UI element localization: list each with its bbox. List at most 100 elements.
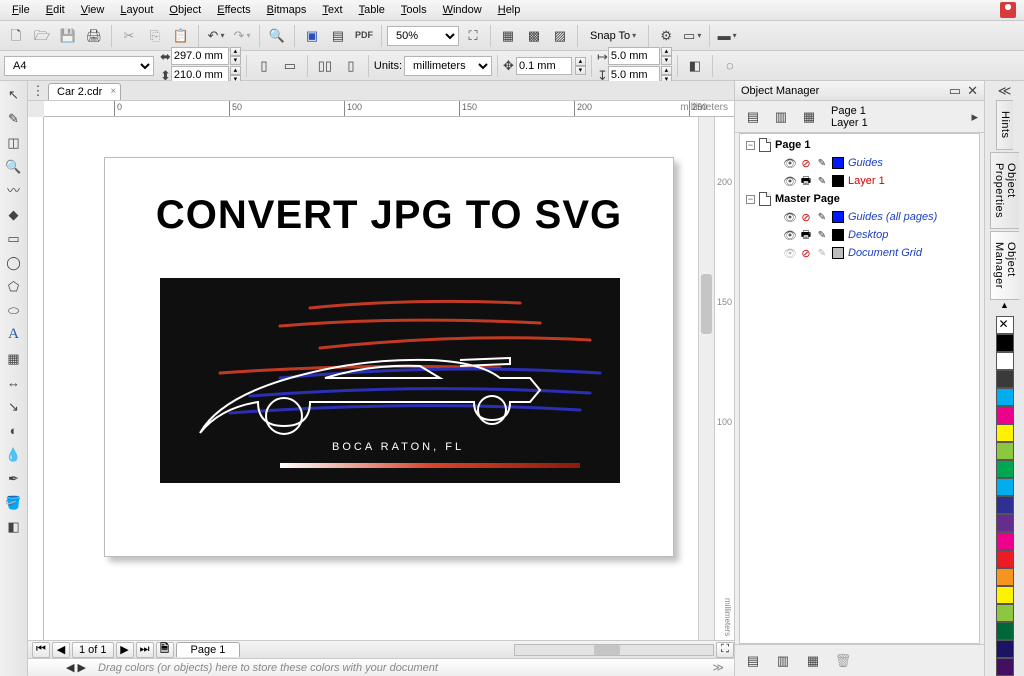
dimension-tool[interactable]: ↔ [3,371,25,393]
menu-edit[interactable]: Edit [38,2,73,18]
cut-button[interactable]: ✂ [117,24,141,48]
edit-across-layers-button[interactable]: ▥ [769,105,793,129]
menu-window[interactable]: Window [435,2,490,18]
expand-dockers-button[interactable]: ≪ [996,83,1014,98]
tree-guides[interactable]: 👁 ⊘ ✎ Guides [742,154,977,172]
color-swatch[interactable] [996,586,1014,604]
options-button[interactable]: ⚙ [654,24,678,48]
color-swatch[interactable] [996,514,1014,532]
menu-object[interactable]: Object [161,2,209,18]
color-swatch[interactable] [996,604,1014,622]
new-file-button[interactable]: 🗋 [4,24,28,48]
save-button[interactable]: 💾 [56,24,80,48]
relative-button[interactable]: ◌ [718,54,742,78]
table-tool[interactable]: ▦ [3,347,25,369]
layer-color-swatch[interactable] [832,229,844,241]
visible-icon[interactable]: 👁 [784,157,796,169]
zoom-nav-button[interactable]: ⛶ [716,642,734,658]
ellipse-tool[interactable]: ◯ [3,251,25,273]
vertical-scrollbar[interactable] [698,117,714,640]
nudge-spinner[interactable]: ▴▾ [575,57,586,75]
current-page-button[interactable]: ▯ [339,54,363,78]
headline-text[interactable]: CONVERT JPG TO SVG [105,193,673,238]
search-content-button[interactable]: 🔍 [265,24,289,48]
eyedropper-tool[interactable]: 💧 [3,443,25,465]
docker-close-icon[interactable]: ✕ [967,84,978,97]
next-page-button[interactable]: ▶ [116,642,134,658]
color-swatch[interactable] [996,370,1014,388]
color-swatch[interactable] [996,442,1014,460]
color-swatch[interactable] [996,352,1014,370]
delete-layer-button[interactable]: 🗑 [831,649,855,673]
visible-dim-icon[interactable]: 👁 [784,247,796,259]
menu-help[interactable]: Help [490,2,529,18]
app-launcher-button[interactable]: ▭▾ [680,24,704,48]
zoom-combo[interactable]: 50% [387,26,459,46]
tree-master-page[interactable]: − Master Page [742,190,977,208]
last-page-button[interactable]: ⏭ [136,642,154,658]
collapse-icon[interactable]: − [746,141,755,150]
publish-pdf-button[interactable]: PDF [352,24,376,48]
menu-table[interactable]: Table [351,2,393,18]
interactive-tool[interactable]: ◐ [3,419,25,441]
tab-handle[interactable]: ⋮ [28,80,48,100]
print-icon[interactable]: 🖶 [800,175,812,187]
nudge-input[interactable] [516,57,572,75]
all-pages-button[interactable]: ▯▯ [313,54,337,78]
dup-x-spinner[interactable]: ▴▾ [661,47,672,65]
tree-document-grid[interactable]: 👁 ⊘ ✎ Document Grid [742,244,977,262]
crop-tool[interactable]: ◫ [3,131,25,153]
visible-icon[interactable]: 👁 [784,229,796,241]
editable-dim-icon[interactable]: ✎ [816,247,828,259]
menu-view[interactable]: View [73,2,113,18]
zoom-tool[interactable]: 🔍 [3,155,25,177]
paste-button[interactable]: 📋 [169,24,193,48]
open-file-button[interactable]: 🗁 [30,24,54,48]
color-swatch[interactable] [996,334,1014,352]
page-width-spinner[interactable]: ▴▾ [230,47,241,65]
show-guides-button[interactable]: ▨ [548,24,572,48]
full-screen-button[interactable]: ⛶ [461,24,485,48]
object-properties-tab[interactable]: Object Properties [990,152,1019,229]
editable-icon[interactable]: ✎ [816,211,828,223]
page-tab[interactable]: Page 1 [176,642,241,657]
palette-up-arrow[interactable]: ▲ [1000,300,1009,310]
document-tab[interactable]: Car 2.cdr× [48,83,121,100]
color-swatch[interactable] [996,568,1014,586]
object-manager-tab[interactable]: Object Manager [990,231,1019,300]
layer-color-swatch[interactable] [832,175,844,187]
editable-icon[interactable]: ✎ [816,229,828,241]
color-swatch[interactable] [996,388,1014,406]
copy-button[interactable]: ⎘ [143,24,167,48]
show-grid-button[interactable]: ▩ [522,24,546,48]
print-icon[interactable]: 🖶 [800,229,812,241]
interactive-fill-tool[interactable]: ◧ [3,515,25,537]
welcome-screen-button[interactable]: ▬▾ [715,24,739,48]
basic-shapes-tool[interactable]: ⬭ [3,299,25,321]
menu-file[interactable]: File [4,2,38,18]
editable-icon[interactable]: ✎ [816,157,828,169]
layer-color-swatch[interactable] [832,247,844,259]
canvas-viewport[interactable]: CONVERT JPG TO SVG [44,117,698,640]
menu-text[interactable]: Text [314,2,350,18]
color-swatch[interactable] [996,496,1014,514]
prev-page-button[interactable]: ◀ [52,642,70,658]
layer-manager-view-button[interactable]: ▦ [797,105,821,129]
redo-button[interactable]: ↷▾ [230,24,254,48]
color-swatch[interactable] [996,406,1014,424]
color-swatch[interactable] [996,460,1014,478]
color-swatch[interactable] [996,640,1014,658]
print-disabled-icon[interactable]: ⊘ [800,157,812,169]
color-swatch[interactable] [996,478,1014,496]
hints-tab[interactable]: Hints [996,100,1013,150]
color-swatch[interactable] [996,550,1014,568]
horizontal-scrollbar[interactable] [514,644,714,656]
user-account-icon[interactable] [1000,2,1016,18]
car-image[interactable]: BOCA RATON, FL [160,278,620,483]
print-disabled-icon[interactable]: ⊘ [800,211,812,223]
docker-title-bar[interactable]: Object Manager ▭ ✕ [735,81,984,101]
visible-icon[interactable]: 👁 [784,211,796,223]
close-tab-icon[interactable]: × [110,86,116,97]
add-page-button[interactable]: 🗎 [156,642,174,658]
menu-bitmaps[interactable]: Bitmaps [259,2,315,18]
